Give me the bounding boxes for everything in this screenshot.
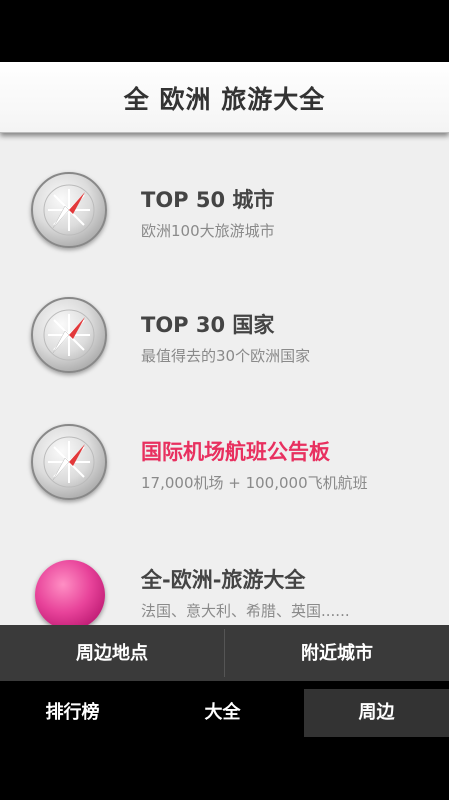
pink-ball-icon xyxy=(35,560,105,630)
item-title: TOP 50 城市 xyxy=(141,188,275,212)
item-subtitle: 17,000机场 + 100,000飞机航班 xyxy=(141,474,368,492)
title-bar: 全 欧洲 旅游大全 xyxy=(0,62,449,133)
page-title: 全 欧洲 旅游大全 xyxy=(123,85,326,114)
compass-icon xyxy=(31,297,107,373)
status-bar xyxy=(0,0,449,62)
nearby-subnav: 周边地点 附近城市 xyxy=(0,625,449,681)
item-subtitle: 欧洲100大旅游城市 xyxy=(141,222,275,240)
item-title: 全-欧洲-旅游大全 xyxy=(141,568,306,592)
compass-icon xyxy=(31,424,107,500)
tab-nearby[interactable]: 周边 xyxy=(304,689,449,737)
item-subtitle: 最值得去的30个欧洲国家 xyxy=(141,347,311,365)
tab-ranking[interactable]: 排行榜 xyxy=(0,689,145,737)
list-item-europe-guide[interactable]: 全-欧洲-旅游大全 法国、意大利、希腊、英国...... xyxy=(0,512,449,637)
list-item-top50-cities[interactable]: TOP 50 城市 欧洲100大旅游城市 xyxy=(0,132,449,257)
tab-encyclopedia[interactable]: 大全 xyxy=(150,689,295,737)
list-item-airport-board[interactable]: 国际机场航班公告板 17,000机场 + 100,000飞机航班 xyxy=(0,384,449,509)
list-item-top30-countries[interactable]: TOP 30 国家 最值得去的30个欧洲国家 xyxy=(0,257,449,382)
item-subtitle: 法国、意大利、希腊、英国...... xyxy=(141,602,350,620)
nearby-places-button[interactable]: 周边地点 xyxy=(0,625,224,681)
compass-icon xyxy=(31,172,107,248)
navigation-area xyxy=(0,739,449,800)
bottom-tab-bar: 排行榜 大全 周边 xyxy=(0,681,449,739)
nearby-cities-button[interactable]: 附近城市 xyxy=(225,625,449,681)
main-content: 全 欧洲 旅游大全 TOP 50 城市 欧洲100大旅游城市 TOP 30 国家… xyxy=(0,62,449,680)
item-title: 国际机场航班公告板 xyxy=(141,440,330,464)
item-title: TOP 30 国家 xyxy=(141,313,275,337)
